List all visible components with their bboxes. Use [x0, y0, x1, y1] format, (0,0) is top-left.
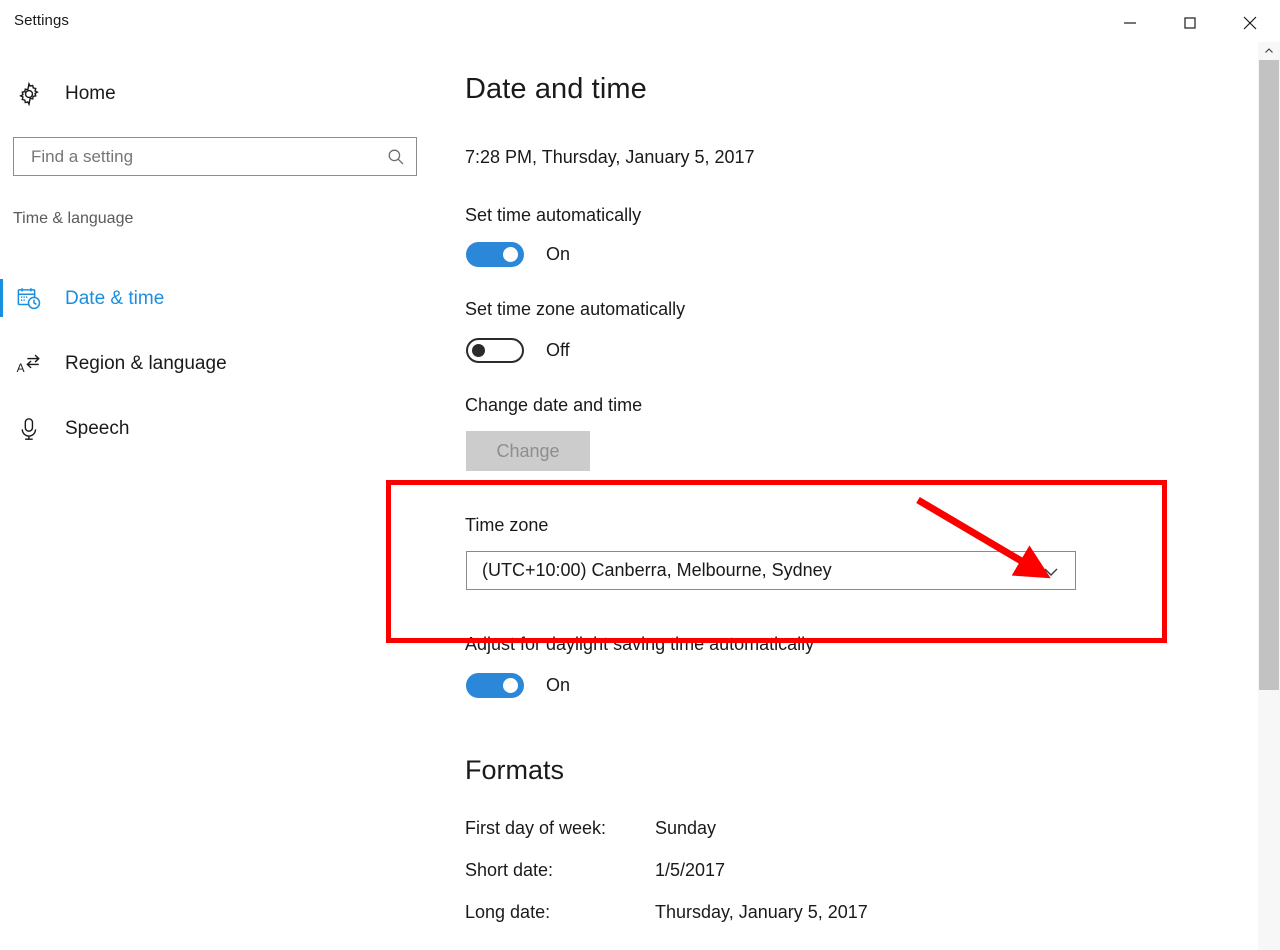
- sidebar: Home Find a setting Time & language: [0, 46, 455, 950]
- selected-indicator: [0, 279, 3, 317]
- main-content: Date and time 7:28 PM, Thursday, January…: [455, 46, 1265, 950]
- sidebar-item-home[interactable]: Home: [0, 70, 430, 118]
- search-input[interactable]: Find a setting: [14, 147, 376, 167]
- sidebar-group-title: Time & language: [13, 210, 133, 228]
- sidebar-item-label: Speech: [65, 418, 129, 440]
- search-icon[interactable]: [376, 147, 416, 167]
- settings-window: Settings: [0, 0, 1280, 950]
- format-row: Long date: Thursday, January 5, 2017: [465, 902, 1065, 944]
- format-key: Long date:: [465, 902, 655, 923]
- format-row: Short date: 1/5/2017: [465, 860, 1065, 902]
- set-time-automatically-label-wrap: Set time automatically: [465, 205, 641, 226]
- title-bar: Settings: [0, 0, 1280, 46]
- time-zone-dropdown[interactable]: (UTC+10:00) Canberra, Melbourne, Sydney: [466, 551, 1076, 590]
- calendar-clock-icon: [16, 286, 46, 312]
- time-zone-value: (UTC+10:00) Canberra, Melbourne, Sydney: [467, 560, 832, 581]
- chevron-down-icon[interactable]: [1041, 562, 1061, 587]
- sidebar-item-date-and-time[interactable]: Date & time: [0, 266, 455, 331]
- set-time-automatically-label: Set time automatically: [465, 205, 641, 226]
- time-zone-label-wrap: Time zone: [465, 515, 548, 536]
- change-date-time-label-wrap: Change date and time: [465, 395, 642, 416]
- sidebar-home-label: Home: [65, 83, 116, 105]
- set-timezone-automatically-label: Set time zone automatically: [465, 299, 685, 320]
- close-icon: [1241, 14, 1259, 32]
- set-timezone-automatically-state: Off: [546, 340, 570, 361]
- toggle-knob: [472, 344, 485, 357]
- gear-icon: [16, 81, 46, 107]
- sidebar-item-region-and-language[interactable]: A Region & language: [0, 331, 455, 396]
- sidebar-item-label: Date & time: [65, 288, 164, 310]
- window-controls: [1100, 0, 1280, 46]
- language-icon: A: [16, 351, 46, 377]
- set-time-automatically-state: On: [546, 244, 570, 265]
- sidebar-nav-list: Date & time A Region & language: [0, 266, 455, 461]
- format-key: First day of week:: [465, 818, 655, 839]
- change-date-time-label: Change date and time: [465, 395, 642, 416]
- window-title: Settings: [14, 12, 69, 29]
- format-value: Sunday: [655, 818, 716, 839]
- close-button[interactable]: [1220, 0, 1280, 46]
- format-value: Thursday, January 5, 2017: [655, 902, 868, 923]
- maximize-button[interactable]: [1160, 0, 1220, 46]
- daylight-saving-state: On: [546, 675, 570, 696]
- daylight-saving-label-wrap: Adjust for daylight saving time automati…: [465, 634, 814, 655]
- minimize-button[interactable]: [1100, 0, 1160, 46]
- daylight-saving-label: Adjust for daylight saving time automati…: [465, 634, 814, 655]
- formats-list: First day of week: Sunday Short date: 1/…: [465, 818, 1065, 944]
- toggle-knob: [503, 678, 518, 693]
- scroll-up-icon[interactable]: [1258, 42, 1280, 60]
- format-key: Short date:: [465, 860, 655, 881]
- search-box[interactable]: Find a setting: [13, 137, 417, 176]
- daylight-saving-row: On: [466, 673, 570, 698]
- set-timezone-automatically-row: Off: [466, 338, 570, 363]
- minimize-icon: [1122, 15, 1138, 31]
- page-title: Date and time: [465, 73, 647, 106]
- format-row: First day of week: Sunday: [465, 818, 1065, 860]
- change-button[interactable]: Change: [466, 431, 590, 471]
- vertical-scrollbar[interactable]: [1258, 42, 1280, 950]
- daylight-saving-toggle[interactable]: [466, 673, 524, 698]
- set-timezone-automatically-label-wrap: Set time zone automatically: [465, 299, 685, 320]
- set-time-automatically-row: On: [466, 242, 570, 267]
- scrollbar-thumb[interactable]: [1259, 60, 1279, 690]
- set-time-automatically-toggle[interactable]: [466, 242, 524, 267]
- format-value: 1/5/2017: [655, 860, 725, 881]
- formats-heading: Formats: [465, 755, 564, 786]
- time-zone-label: Time zone: [465, 515, 548, 536]
- svg-text:A: A: [17, 361, 25, 375]
- toggle-knob: [503, 247, 518, 262]
- current-datetime: 7:28 PM, Thursday, January 5, 2017: [465, 147, 755, 168]
- microphone-icon: [16, 416, 46, 442]
- sidebar-item-speech[interactable]: Speech: [0, 396, 455, 461]
- set-timezone-automatically-toggle[interactable]: [466, 338, 524, 363]
- maximize-icon: [1182, 15, 1198, 31]
- sidebar-item-label: Region & language: [65, 353, 227, 375]
